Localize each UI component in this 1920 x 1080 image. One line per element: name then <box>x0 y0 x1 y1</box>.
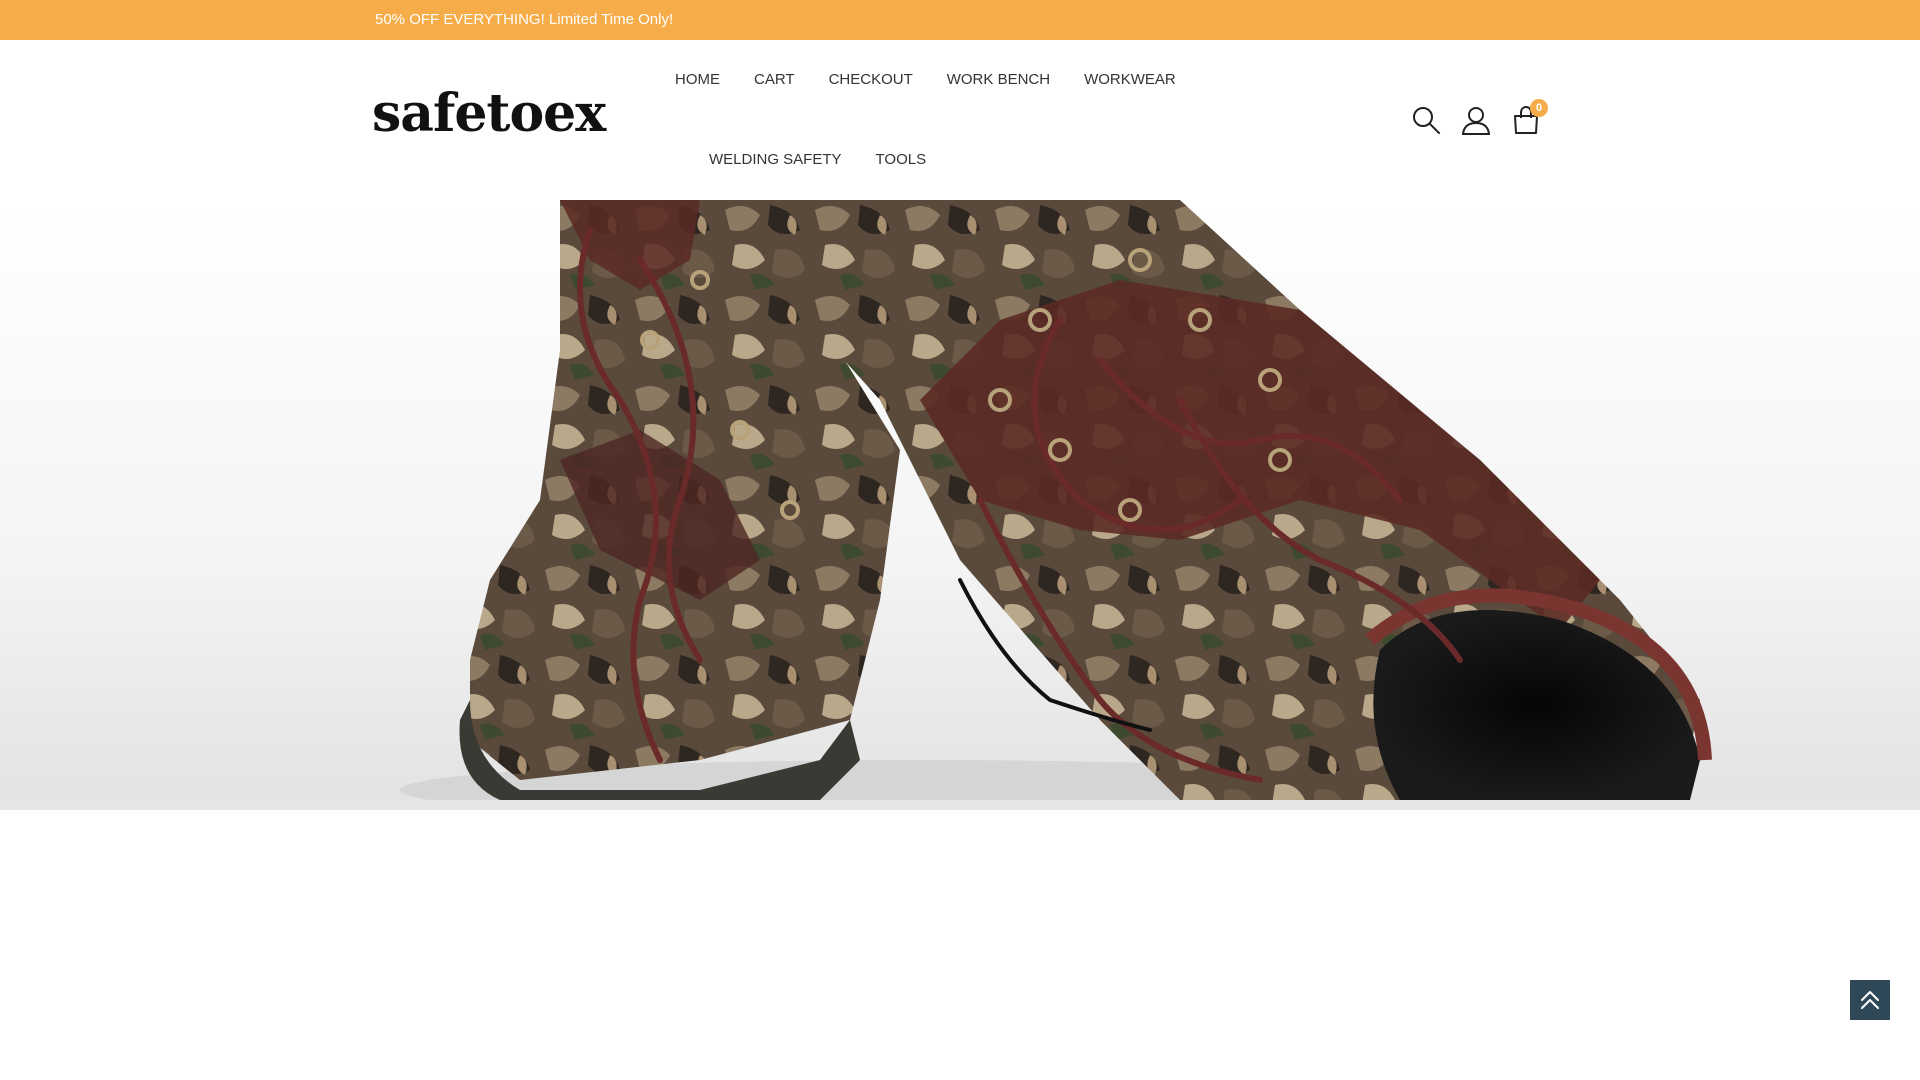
hero-boots-image <box>400 200 1712 800</box>
double-chevron-up-icon <box>1861 991 1879 1009</box>
nav-item-tools[interactable]: TOOLS <box>859 151 944 169</box>
main-nav-row-2: WELDING SAFETY TOOLS <box>692 151 943 169</box>
announcement-bar: 50% OFF EVERYTHING! Limited Time Only! <box>0 0 1920 40</box>
back-to-top-button[interactable] <box>1850 980 1890 1020</box>
site-header: safetoex HOME CART CHECKOUT WORK BENCH W… <box>0 40 1920 200</box>
cart-count-badge: 0 <box>1530 99 1548 117</box>
nav-item-checkout[interactable]: CHECKOUT <box>812 71 930 89</box>
announcement-text: 50% OFF EVERYTHING! Limited Time Only! <box>375 11 674 28</box>
nav-item-cart[interactable]: CART <box>737 71 812 89</box>
main-nav-row-1: HOME CART CHECKOUT WORK BENCH WORKWEAR <box>658 71 1193 89</box>
search-icon[interactable] <box>1410 104 1442 136</box>
nav-item-home[interactable]: HOME <box>658 71 737 89</box>
nav-item-workwear[interactable]: WORKWEAR <box>1067 71 1193 89</box>
nav-item-welding-safety[interactable]: WELDING SAFETY <box>692 151 859 169</box>
site-logo[interactable]: safetoex <box>372 88 606 140</box>
user-icon[interactable] <box>1460 104 1492 136</box>
shopping-bag-icon[interactable]: 0 <box>1510 99 1548 136</box>
hero-banner[interactable] <box>0 200 1920 800</box>
hero-bottom-divider <box>0 800 1920 810</box>
nav-item-work-bench[interactable]: WORK BENCH <box>930 71 1067 89</box>
header-icons: 0 <box>1410 99 1548 136</box>
